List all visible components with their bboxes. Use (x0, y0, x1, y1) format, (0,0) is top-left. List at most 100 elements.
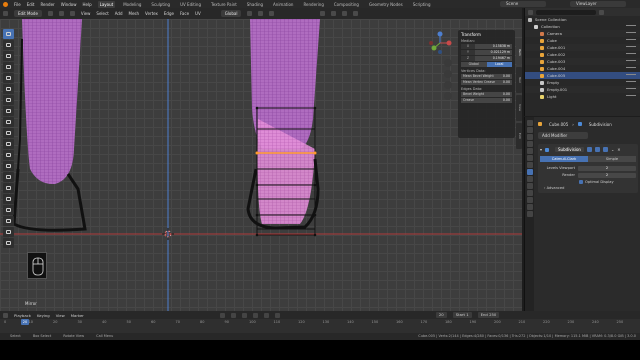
object-props-icon[interactable] (526, 162, 533, 168)
mean-bevel-weight-field[interactable]: Mean Bevel Weight 0.00 (461, 74, 512, 79)
tab-shading[interactable]: Shading (245, 1, 265, 8)
outliner-row[interactable]: Cube.005 (525, 72, 640, 79)
play-icon[interactable] (252, 312, 258, 318)
scene-selector[interactable]: Scene (500, 1, 546, 7)
menu-marker[interactable]: Marker (71, 313, 84, 318)
tool-props-icon[interactable] (526, 120, 533, 126)
advanced-subpanel[interactable]: › Advanced (540, 185, 636, 191)
move-tool-icon[interactable] (3, 51, 14, 61)
tab-scripting[interactable]: Scripting (411, 1, 433, 8)
spin-tool-icon[interactable] (3, 183, 14, 193)
data-props-icon[interactable] (526, 197, 533, 203)
viewport-toggle-icon[interactable] (594, 147, 600, 152)
outliner-type-icon[interactable] (528, 9, 533, 15)
crease-field[interactable]: Crease 0.00 (461, 98, 512, 103)
knife-tool-icon[interactable] (3, 161, 14, 171)
outliner-row[interactable]: Cube (525, 37, 640, 44)
select-tool-icon[interactable] (3, 29, 14, 39)
menu-window[interactable]: Window (61, 2, 77, 7)
visibility-eye-icon[interactable] (626, 88, 636, 91)
tab-animation[interactable]: Animation (271, 1, 295, 8)
outliner-row[interactable]: Empty (525, 79, 640, 86)
cursor-tool-icon[interactable] (3, 40, 14, 50)
visibility-eye-icon[interactable] (626, 95, 636, 98)
tab-sculpting[interactable]: Sculpting (149, 1, 172, 8)
zoom-icon[interactable] (444, 59, 452, 67)
scene-props-icon[interactable] (526, 148, 533, 154)
catmull-clark-option[interactable]: Catmull-Clark (540, 156, 588, 162)
shear-tool-icon[interactable] (3, 227, 14, 237)
modifier-delete-icon[interactable]: ✕ (617, 147, 620, 152)
add-modifier-button[interactable]: Add Modifier (538, 132, 588, 139)
tab-rendering[interactable]: Rendering (301, 1, 325, 8)
loop-cut-tool-icon[interactable] (3, 150, 14, 160)
pivot-icon[interactable] (247, 11, 253, 16)
proportional-edit-icon[interactable] (269, 11, 275, 16)
outliner-row[interactable]: Empty.001 (525, 86, 640, 93)
orientation-dropdown[interactable]: Global (220, 10, 242, 17)
menu-playback[interactable]: Playback (14, 313, 31, 318)
coord-z-field[interactable]: Z 0.19467 m (461, 56, 512, 61)
step-forward-icon[interactable] (263, 312, 269, 318)
jump-end-icon[interactable] (274, 312, 280, 318)
jump-start-icon[interactable] (230, 312, 236, 318)
visibility-eye-icon[interactable] (626, 32, 636, 35)
coord-y-field[interactable]: Y 0.021129 m (461, 50, 512, 55)
menu-keying[interactable]: Keying (37, 313, 50, 318)
snap-icon[interactable] (258, 11, 264, 16)
current-frame-field[interactable]: 20 (435, 312, 447, 318)
view-layer-props-icon[interactable] (526, 141, 533, 147)
bevel-weight-field[interactable]: Bevel Weight 0.00 (461, 92, 512, 97)
start-frame-field[interactable]: Start 1 (452, 312, 472, 318)
edit-mode-toggle-icon[interactable] (586, 147, 592, 152)
smooth-tool-icon[interactable] (3, 194, 14, 204)
pan-hand-icon[interactable] (444, 70, 452, 78)
menu-timeline-view[interactable]: View (56, 313, 65, 318)
menu-add[interactable]: Add (115, 11, 123, 16)
inset-tool-icon[interactable] (3, 128, 14, 138)
navigation-gizmo[interactable] (428, 31, 452, 55)
filter-icon[interactable] (599, 9, 604, 15)
tab-item[interactable]: Item (516, 39, 522, 65)
tab-uv-editing[interactable]: UV Editing (178, 1, 203, 8)
tab-compositing[interactable]: Compositing (332, 1, 361, 8)
outliner-row[interactable]: Cube.003 (525, 58, 640, 65)
mode-dropdown[interactable]: Edit Mode (14, 10, 42, 17)
overlay-icon[interactable] (320, 11, 326, 16)
tab-modeling[interactable]: Modeling (121, 1, 143, 8)
transform-tool-icon[interactable] (3, 84, 14, 94)
subdivision-type-toggle[interactable]: Catmull-Clark Simple (540, 156, 636, 162)
space-local[interactable]: Local (486, 62, 512, 67)
rip-tool-icon[interactable] (3, 238, 14, 248)
rotate-tool-icon[interactable] (3, 62, 14, 72)
render-toggle-icon[interactable] (602, 147, 608, 152)
checkbox-checked-icon[interactable] (579, 180, 583, 184)
modifier-name-field[interactable]: Subdivision (555, 147, 584, 152)
menu-render[interactable]: Render (40, 2, 54, 7)
bevel-tool-icon[interactable] (3, 139, 14, 149)
mean-vertex-crease-field[interactable]: Mean Vertex Crease 0.00 (461, 80, 512, 85)
physics-props-icon[interactable] (526, 183, 533, 189)
levels-viewport-field[interactable]: Levels Viewport 2 (540, 165, 636, 171)
outliner-row[interactable]: Cube.001 (525, 44, 640, 51)
outliner-row[interactable]: Light (525, 93, 640, 100)
outliner-row[interactable]: Cube.004 (525, 65, 640, 72)
collapse-chevron-icon[interactable]: ▾ (540, 147, 542, 152)
visibility-eye-icon[interactable] (626, 74, 636, 77)
tab-layout[interactable]: Layout (97, 0, 116, 8)
tab-texture-paint[interactable]: Texture Paint (209, 1, 239, 8)
3d-viewport[interactable]: Transform Median: X 0.15838 m Y 0.021129 m… (0, 19, 522, 311)
menu-file[interactable]: File (14, 2, 21, 7)
playhead[interactable]: 20 (21, 319, 29, 325)
poly-build-tool-icon[interactable] (3, 172, 14, 182)
menu-mesh[interactable]: Mesh (129, 11, 140, 16)
extrude-tool-icon[interactable] (3, 117, 14, 127)
end-frame-field[interactable]: End 250 (477, 312, 500, 318)
world-props-icon[interactable] (526, 155, 533, 161)
visibility-eye-icon[interactable] (626, 81, 636, 84)
annotate-tool-icon[interactable] (3, 95, 14, 105)
tab-edit[interactable]: Edit (516, 123, 522, 149)
shading-material-icon[interactable] (353, 11, 359, 16)
simple-option[interactable]: Simple (588, 156, 636, 162)
ortho-grid-icon[interactable] (444, 92, 452, 100)
